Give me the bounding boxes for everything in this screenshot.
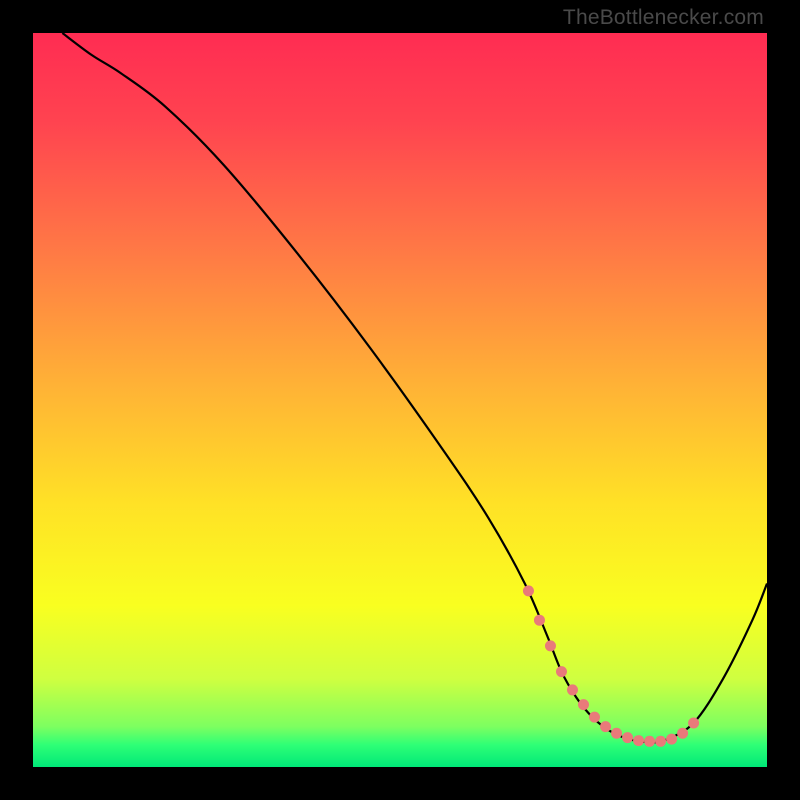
chart-svg: [33, 33, 767, 767]
highlight-dot: [633, 735, 644, 746]
highlight-dot: [567, 684, 578, 695]
highlight-dot: [578, 699, 589, 710]
highlight-dot: [666, 734, 677, 745]
highlight-dot: [644, 736, 655, 747]
highlight-dot: [622, 732, 633, 743]
highlight-dot: [600, 721, 611, 732]
highlight-dot: [688, 717, 699, 728]
highlight-dot: [545, 640, 556, 651]
watermark-text: TheBottleneсker.com: [563, 6, 764, 30]
highlight-dot: [611, 728, 622, 739]
highlight-dot: [523, 585, 534, 596]
chart-frame: [33, 33, 767, 767]
highlight-dot: [589, 712, 600, 723]
highlight-dot: [534, 615, 545, 626]
highlight-dot: [655, 736, 666, 747]
highlight-dot: [556, 666, 567, 677]
gradient-background: [33, 33, 767, 767]
highlight-dot: [677, 728, 688, 739]
